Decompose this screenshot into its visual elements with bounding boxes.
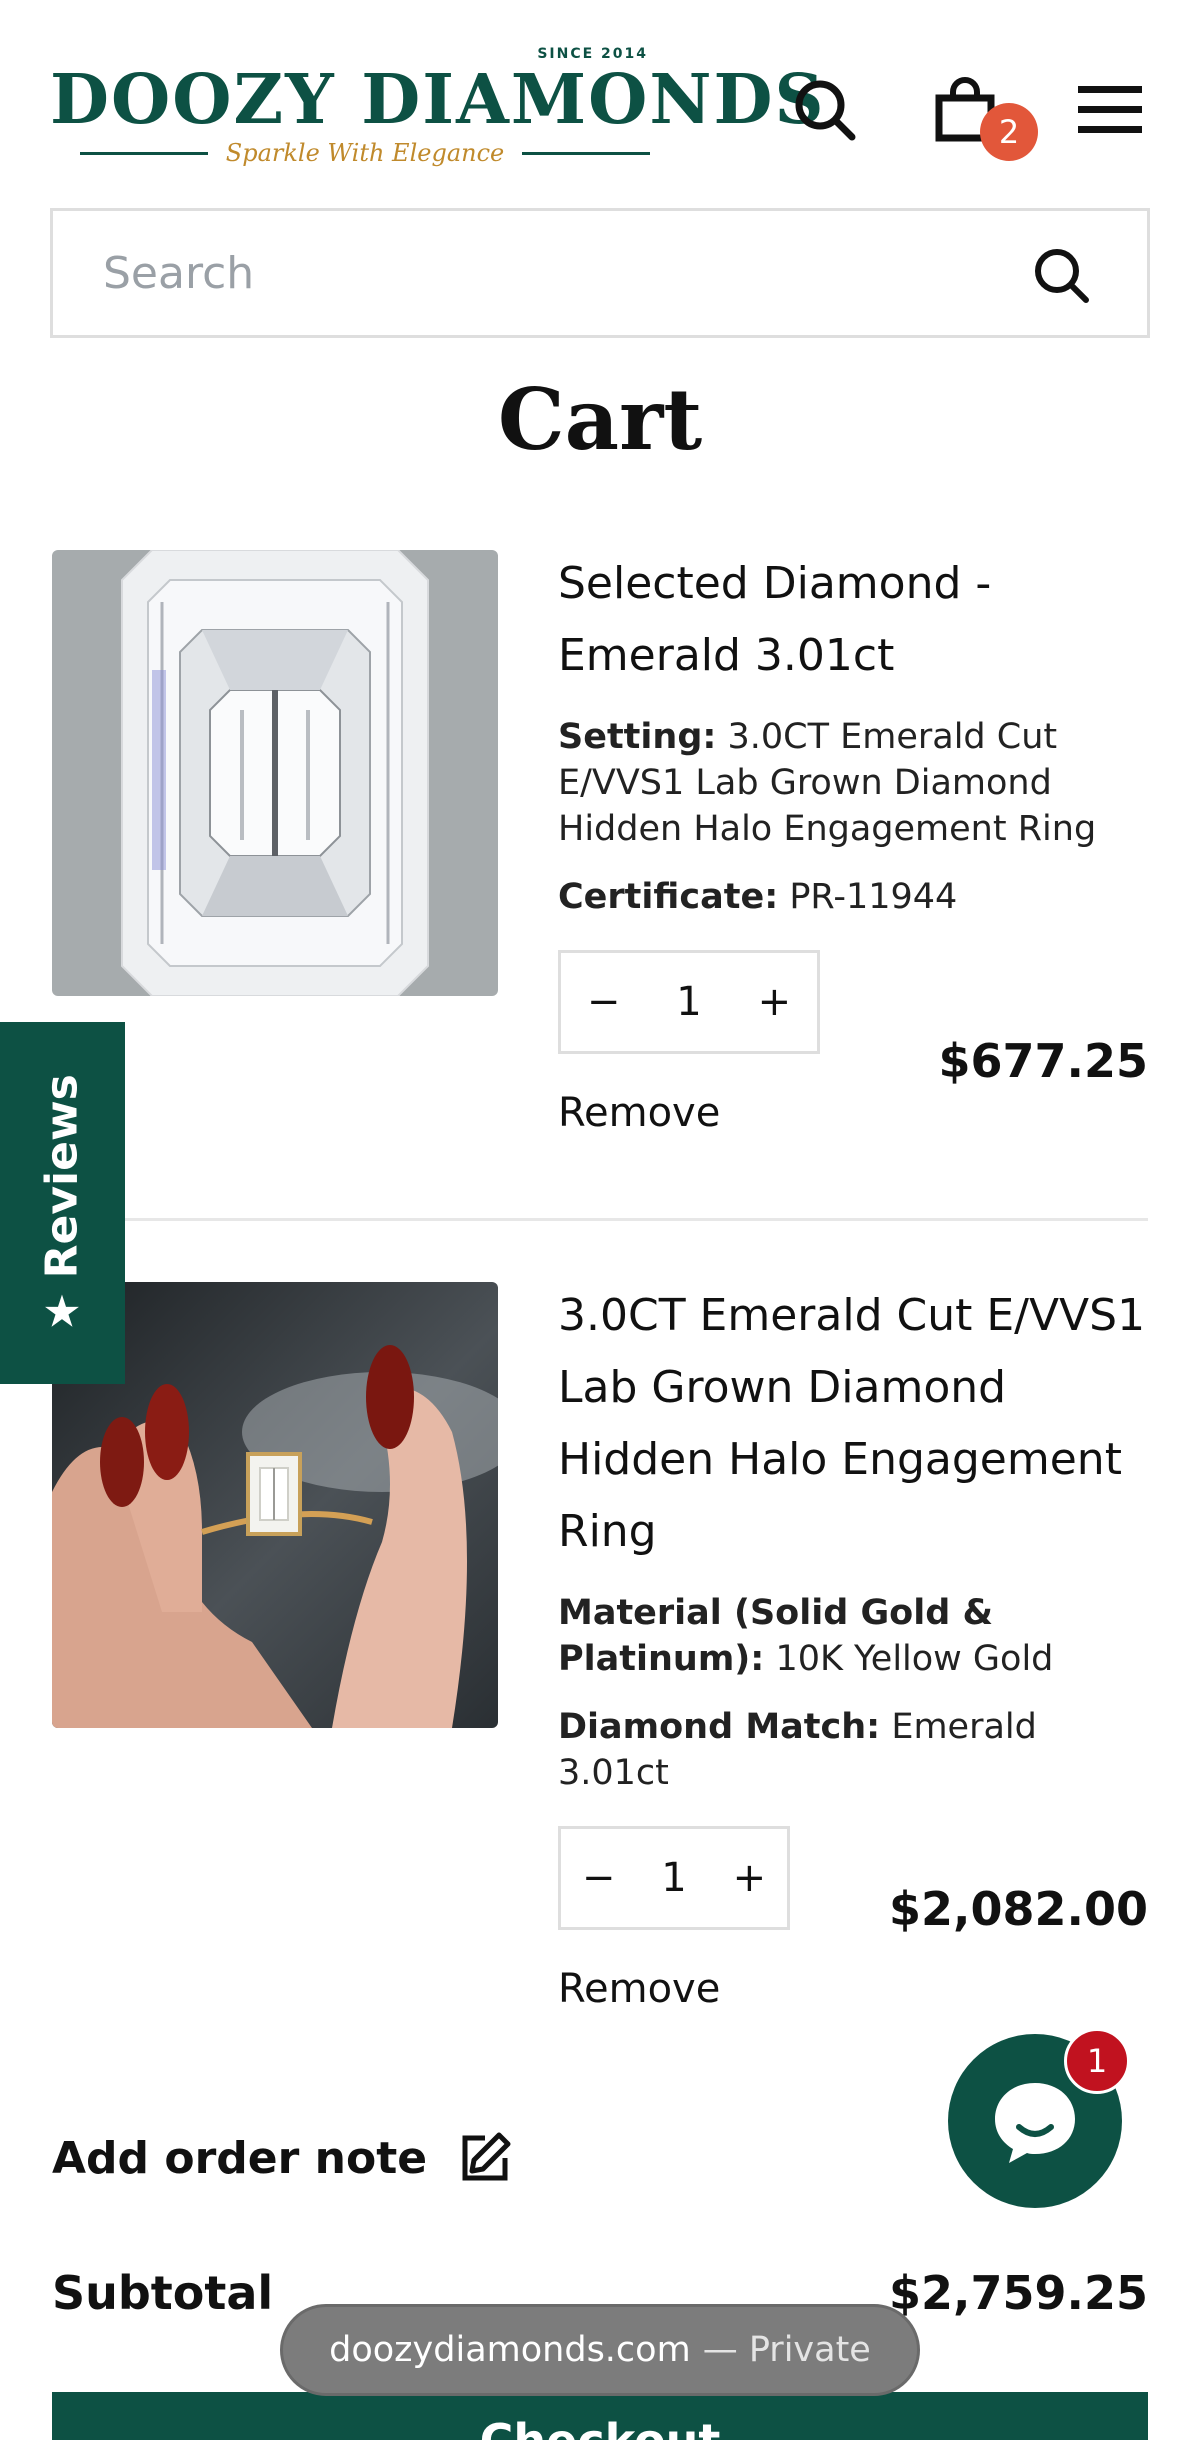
quantity-value[interactable]: 1: [646, 979, 731, 1025]
increase-quantity-button[interactable]: +: [712, 1855, 787, 1901]
increase-quantity-button[interactable]: +: [732, 979, 817, 1025]
item-diamond-match: Diamond Match: Emerald 3.01ct: [558, 1704, 1158, 1796]
browser-url-pill[interactable]: doozydiamonds.com — Private: [280, 2304, 920, 2396]
item-setting: Setting: 3.0CT Emerald Cut E/VVS1 Lab Gr…: [558, 714, 1158, 852]
reviews-label: Reviews: [36, 1074, 88, 1279]
decrease-quantity-button[interactable]: −: [561, 1855, 636, 1901]
diamond-image: [52, 550, 498, 996]
menu-button[interactable]: [1070, 70, 1150, 150]
divider: [52, 1218, 1148, 1221]
subtotal-value: $2,759.25: [889, 2266, 1148, 2320]
prop-label: Certificate:: [558, 877, 779, 917]
prop-value: 10K Yellow Gold: [775, 1639, 1054, 1679]
prop-label: Setting:: [558, 717, 717, 757]
item-material: Material (Solid Gold & Platinum): 10K Ye…: [558, 1590, 1158, 1682]
reviews-tab[interactable]: ★ Reviews: [0, 1022, 125, 1384]
logo-line-right: [522, 151, 650, 155]
subtotal-label: Subtotal: [52, 2266, 274, 2320]
prop-label: Diamond Match:: [558, 1707, 881, 1747]
edit-icon: [462, 2132, 511, 2181]
item-price: $2,082.00: [889, 1882, 1148, 1936]
order-note-label: Add order note: [52, 2132, 428, 2184]
item-title[interactable]: 3.0CT Emerald Cut E/VVS1 Lab Grown Diamo…: [558, 1280, 1158, 1568]
star-icon: ★: [42, 1286, 82, 1338]
private-label: — Private: [702, 2330, 871, 2370]
decrease-quantity-button[interactable]: −: [561, 979, 646, 1025]
logo-line-left: [80, 151, 208, 155]
add-order-note-button[interactable]: Add order note: [52, 2130, 513, 2186]
cart-item-image[interactable]: [52, 550, 498, 996]
reviews-tab-content: ★ Reviews: [36, 1074, 88, 1337]
menu-icon: [1078, 86, 1142, 133]
cart-count-badge: 2: [980, 103, 1038, 161]
search-icon: [795, 80, 856, 141]
page-title: Cart: [497, 370, 703, 469]
search-bar: [50, 208, 1150, 338]
chat-bubble-icon: [995, 2083, 1075, 2163]
logo-tagline: Sparkle With Elegance: [225, 139, 505, 167]
url-domain: doozydiamonds.com: [329, 2330, 691, 2370]
search-input[interactable]: [103, 247, 983, 299]
cart-button[interactable]: 2: [925, 70, 1038, 161]
quantity-stepper: − 1 +: [558, 950, 820, 1054]
quantity-value[interactable]: 1: [636, 1855, 711, 1901]
logo-tagline-row: Sparkle With Elegance: [80, 138, 650, 168]
item-price: $677.25: [938, 1034, 1148, 1088]
header-search-button[interactable]: [785, 70, 865, 150]
search-submit-button[interactable]: [1027, 241, 1097, 311]
remove-button[interactable]: Remove: [558, 1966, 1158, 2012]
item-title[interactable]: Selected Diamond - Emerald 3.01ct: [558, 548, 1158, 692]
prop-value: PR-11944: [789, 877, 958, 917]
site-header: SINCE 2014 DOOZY DIAMONDS Sparkle With E…: [0, 0, 1200, 200]
chat-notification-badge: 1: [1064, 2028, 1130, 2094]
item-certificate: Certificate: PR-11944: [558, 874, 1158, 920]
search-icon: [1035, 249, 1089, 303]
logo-name: DOOZY DIAMONDS: [50, 60, 826, 140]
remove-button[interactable]: Remove: [558, 1090, 1158, 1136]
quantity-stepper: − 1 +: [558, 1826, 790, 1930]
brand-logo[interactable]: SINCE 2014 DOOZY DIAMONDS Sparkle With E…: [50, 40, 824, 180]
checkout-button[interactable]: Checkout: [52, 2392, 1148, 2440]
